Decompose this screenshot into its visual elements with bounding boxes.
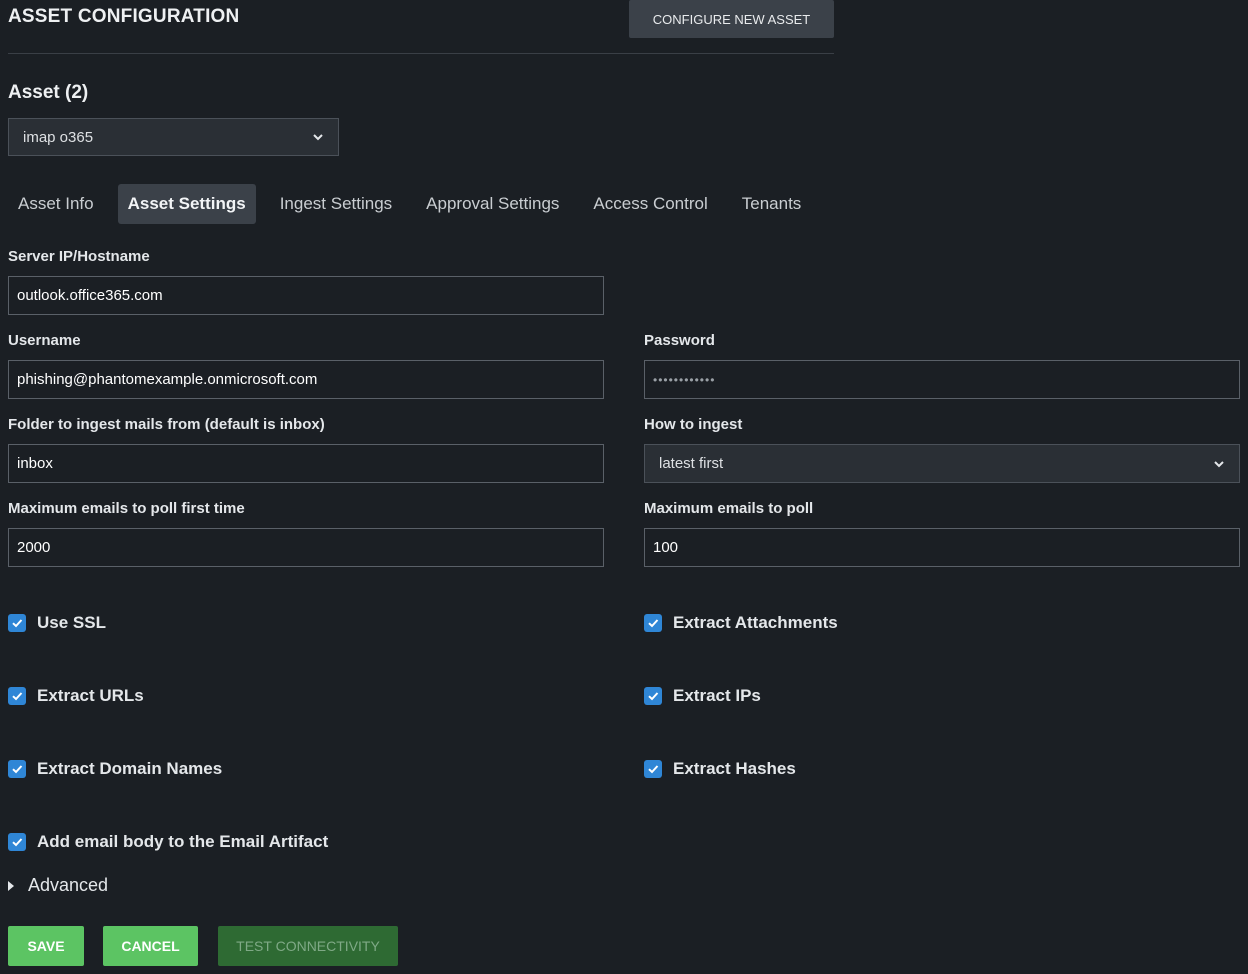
extract-domain-names-checkbox[interactable]: Extract Domain Names	[8, 759, 222, 779]
checkmark-icon	[644, 614, 662, 632]
max-first-field[interactable]	[8, 528, 604, 567]
server-field[interactable]	[8, 276, 604, 315]
tab-tenants[interactable]: Tenants	[732, 184, 812, 224]
server-label: Server IP/Hostname	[8, 248, 150, 265]
username-field[interactable]	[8, 360, 604, 399]
use-ssl-label: Use SSL	[37, 613, 106, 632]
folder-input[interactable]	[17, 455, 595, 472]
header-divider	[8, 53, 834, 54]
extract-attachments-label: Extract Attachments	[673, 613, 838, 632]
extract-urls-checkbox[interactable]: Extract URLs	[8, 686, 144, 706]
username-input[interactable]	[17, 371, 595, 388]
add-email-body-checkbox[interactable]: Add email body to the Email Artifact	[8, 832, 328, 852]
add-email-body-label: Add email body to the Email Artifact	[37, 832, 329, 851]
asset-select-value: imap o365	[23, 128, 94, 146]
checkmark-icon	[8, 760, 26, 778]
how-to-ingest-label: How to ingest	[644, 416, 743, 433]
checkmark-icon	[644, 760, 662, 778]
asset-select[interactable]: imap o365	[8, 118, 339, 156]
tab-approval-settings[interactable]: Approval Settings	[416, 184, 569, 224]
use-ssl-checkbox[interactable]: Use SSL	[8, 613, 106, 633]
password-field[interactable]: ••••••••••••	[644, 360, 1240, 399]
test-connectivity-button[interactable]: TEST CONNECTIVITY	[218, 926, 398, 966]
chevron-down-icon	[313, 134, 323, 141]
extract-attachments-checkbox[interactable]: Extract Attachments	[644, 613, 838, 633]
cancel-button[interactable]: CANCEL	[103, 926, 198, 966]
asset-count-heading: Asset (2)	[8, 82, 89, 103]
max-first-label: Maximum emails to poll first time	[8, 500, 245, 517]
max-first-input[interactable]	[17, 539, 595, 556]
checkmark-icon	[8, 833, 26, 851]
tab-bar: Asset Info Asset Settings Ingest Setting…	[8, 184, 825, 224]
max-poll-label: Maximum emails to poll	[644, 500, 814, 517]
tab-ingest-settings[interactable]: Ingest Settings	[270, 184, 402, 224]
advanced-toggle[interactable]: Advanced	[8, 875, 108, 896]
username-label: Username	[8, 332, 81, 349]
extract-ips-label: Extract IPs	[673, 686, 761, 705]
advanced-label: Advanced	[28, 875, 109, 895]
tab-access-control[interactable]: Access Control	[583, 184, 717, 224]
extract-urls-label: Extract URLs	[37, 686, 144, 705]
extract-hashes-label: Extract Hashes	[673, 759, 796, 778]
caret-right-icon	[8, 880, 14, 891]
how-to-ingest-select[interactable]: latest first	[644, 444, 1240, 483]
save-button[interactable]: SAVE	[8, 926, 84, 966]
max-poll-input[interactable]	[653, 539, 1231, 556]
how-to-ingest-value: latest first	[659, 455, 724, 472]
server-input[interactable]	[17, 287, 595, 304]
extract-hashes-checkbox[interactable]: Extract Hashes	[644, 759, 796, 779]
tab-asset-info[interactable]: Asset Info	[8, 184, 104, 224]
extract-domain-names-label: Extract Domain Names	[37, 759, 223, 778]
extract-ips-checkbox[interactable]: Extract IPs	[644, 686, 761, 706]
page-title: ASSET CONFIGURATION	[8, 6, 240, 27]
checkmark-icon	[8, 687, 26, 705]
folder-label: Folder to ingest mails from (default is …	[8, 416, 325, 433]
password-value: ••••••••••••	[653, 372, 716, 387]
checkmark-icon	[8, 614, 26, 632]
password-label: Password	[644, 332, 715, 349]
folder-field[interactable]	[8, 444, 604, 483]
chevron-down-icon	[1214, 460, 1224, 467]
configure-new-asset-button[interactable]: CONFIGURE NEW ASSET	[629, 0, 834, 38]
asset-configuration-page: ASSET CONFIGURATION CONFIGURE NEW ASSET …	[0, 0, 1248, 974]
checkmark-icon	[644, 687, 662, 705]
max-poll-field[interactable]	[644, 528, 1240, 567]
tab-asset-settings[interactable]: Asset Settings	[117, 184, 256, 224]
